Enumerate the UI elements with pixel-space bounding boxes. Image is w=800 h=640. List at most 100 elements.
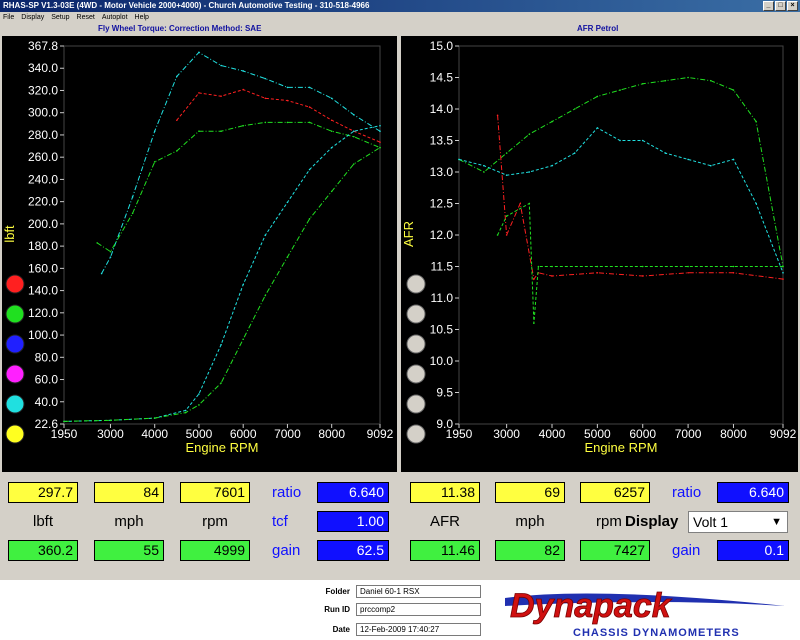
data-point [528,202,531,205]
mph-unit-label: mph [114,513,144,530]
afr-rpm-value-2: 7427 [580,540,650,561]
series-line [497,202,783,324]
menu-file[interactable]: File [3,12,14,24]
x-tick-label: 9092 [367,427,394,441]
series-line [96,121,381,253]
y-tick-label: 14.5 [430,71,454,85]
afr-gain-label: gain [672,542,701,559]
data-point [242,338,244,341]
data-point [528,133,531,135]
data-point [330,190,333,193]
data-point [519,202,522,205]
maximize-button[interactable]: □ [775,1,786,11]
channel-selector-dot [406,274,426,294]
data-point [176,75,178,78]
afr-chart-panel: 15.0 14.5 14.0 13.5 13.0 12.5 12.0 11.5 11.0 10.5… [399,34,800,474]
channel-selector-dot [406,364,426,384]
data-point [619,89,621,91]
runid-label: Run ID [324,605,350,614]
data-point [687,76,689,79]
rpm-value-2: 4999 [180,540,250,561]
menu-setup[interactable]: Setup [51,12,69,24]
data-point [755,120,757,123]
data-point [286,99,289,102]
data-point [641,265,644,268]
data-point [242,124,244,127]
x-axis-label: Engine RPM [186,440,259,455]
color-selector-dot [5,364,25,384]
menu-reset[interactable]: Reset [77,12,95,24]
tcf-value[interactable]: 1.00 [317,511,389,532]
data-point [353,163,355,165]
afr-rpm-value-1: 6257 [580,482,650,503]
readout-area: 297.7 84 7601 lbft mph rpm 360.2 55 4999… [0,475,800,580]
y-tick-label: 10.0 [430,354,454,368]
color-selector-dot [5,304,25,324]
plot-frame [458,45,784,425]
ratio-value[interactable]: 6.640 [317,482,389,503]
color-selector-dot [5,334,25,354]
afr-rpm-unit-label: rpm [596,513,622,530]
gain-value[interactable]: 62.5 [317,540,389,561]
torque-unit-label: lbft [32,513,53,530]
y-tick-label: 80.0 [35,350,59,364]
data-point [198,404,200,406]
data-point [483,164,485,167]
gain-label: gain [272,542,301,559]
window-title-bar: RHAS-SP V1.3-03E (4WD - Motor Vehicle 20… [0,0,800,12]
data-point [709,164,712,167]
x-tick-label: 6000 [230,427,257,441]
data-point [782,272,784,274]
x-tick-label: 8000 [720,427,747,441]
data-point [551,164,553,167]
y-tick-label: 10.5 [430,323,454,337]
close-button[interactable]: × [787,1,798,11]
x-tick-label: 9092 [770,427,797,441]
x-tick-label: 1950 [446,427,473,441]
data-point [264,294,267,297]
y-tick-label: 13.0 [430,165,454,179]
data-point [533,278,535,280]
data-point [308,217,311,220]
date-label: Date [332,625,350,634]
data-point [109,256,112,258]
folder-label: Folder [325,587,350,596]
data-point [641,139,644,142]
y-tick-label: 12.5 [430,197,454,211]
data-point [379,146,381,149]
menu-help[interactable]: Help [135,12,149,24]
x-tick-label: 7000 [274,427,301,441]
data-point [220,64,222,67]
color-selector-dot [5,424,25,444]
folder-value: Daniel 60-1 RSX [356,585,481,598]
data-point [330,146,333,149]
data-point [220,95,222,97]
data-point [198,393,200,395]
series-line [63,125,381,422]
mph-value-1: 84 [94,482,164,503]
data-point [458,158,460,161]
minimize-button[interactable]: _ [763,1,774,11]
afr-ratio-value[interactable]: 6.640 [717,482,789,503]
y-tick-label: 180.0 [28,239,58,253]
x-tick-label: 7000 [675,427,702,441]
afr-gain-value[interactable]: 0.1 [717,540,789,561]
plot-frame [63,45,381,425]
data-point [483,171,485,173]
menu-autoplot[interactable]: Autoplot [102,12,128,24]
display-select[interactable]: Volt 1 ▼ [688,511,788,533]
channel-selector-dot [406,394,426,414]
afr-value-2: 11.46 [410,540,480,561]
data-point [379,124,381,127]
ratio-label: ratio [272,484,302,501]
data-point [596,272,599,274]
data-point [109,250,112,253]
rpm-value-1: 7601 [180,482,250,503]
menu-display[interactable]: Display [21,12,44,24]
x-tick-label: 3000 [97,427,124,441]
y-axis-label: AFR [401,221,416,247]
y-tick-label: 300.0 [28,106,58,120]
torque-chart-panel: 367.8 340.0 320.0 300.0 280.0 260.0 240.0 220.0… [0,34,399,474]
data-point [330,119,333,122]
y-tick-label: 200.0 [28,217,58,231]
